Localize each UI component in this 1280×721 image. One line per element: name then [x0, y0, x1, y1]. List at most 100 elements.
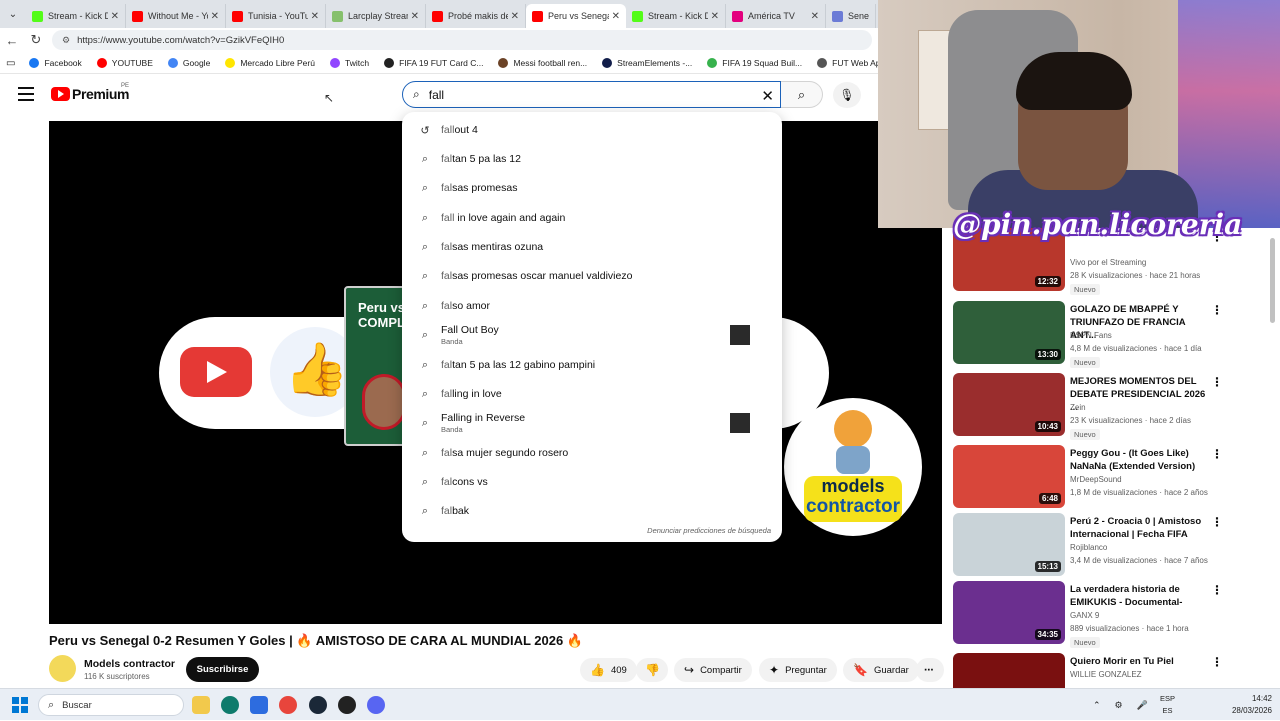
related-video-item[interactable]: 13:30 GOLAZO DE MBAPPÉ Y TRIUNFAZO DE FRA… [953, 301, 1271, 368]
url-bar[interactable]: ⚙ https://www.youtube.com/watch?v=GzikVF… [52, 30, 872, 50]
search-suggestion[interactable]: ⌕ falling in love [402, 383, 782, 405]
browser-tab[interactable]: Probé makis de S✕ [426, 4, 526, 28]
discord-icon[interactable] [367, 696, 385, 714]
search-suggestion[interactable]: ⌕ Fall Out Boy Banda [402, 320, 782, 350]
related-video-item[interactable]: Quiero Morir en Tu Piel WILLIE GONZALEZ ⋮ [953, 653, 1271, 688]
search-suggestion[interactable]: ⌕ falsas mentiras ozuna [402, 236, 782, 258]
bookmark-item[interactable]: Facebook [29, 58, 82, 68]
like-button[interactable]: 👍 409 [580, 658, 637, 682]
browser-tab[interactable]: Stream - Kick Das✕ [626, 4, 726, 28]
related-video-thumbnail[interactable]: 13:30 [953, 301, 1065, 364]
tab-close-icon[interactable]: ✕ [411, 11, 419, 22]
tab-close-icon[interactable]: ✕ [111, 11, 119, 22]
tab-close-icon[interactable]: ✕ [211, 11, 219, 22]
search-box[interactable]: ⌕ ✕ [402, 81, 781, 108]
browser-tab[interactable]: Senega [826, 4, 876, 28]
search-suggestion[interactable]: ⌕ falso amor [402, 295, 782, 317]
search-suggestion[interactable]: ⌕ fall in love again and again [402, 207, 782, 229]
tab-close-icon[interactable]: ✕ [311, 11, 319, 22]
browser-tab[interactable]: Larcplay Stream ✕ [326, 4, 426, 28]
dislike-button[interactable]: 👎 [636, 658, 668, 682]
file-explorer-icon[interactable] [192, 696, 210, 714]
more-vertical-icon[interactable]: ⋮ [1211, 583, 1223, 597]
search-suggestion[interactable]: ⌕ Falling in Reverse Banda [402, 408, 782, 438]
store-icon[interactable] [250, 696, 268, 714]
search-input[interactable] [428, 87, 729, 102]
youtube-logo-icon[interactable] [51, 87, 70, 101]
search-suggestion[interactable]: ⌕ falbak [402, 500, 782, 522]
related-video-channel[interactable]: WILLIE GONZALEZ [1070, 670, 1142, 679]
browser-tab[interactable]: Peru vs Senegal 0✕ [526, 4, 626, 28]
search-suggestion[interactable]: ⌕ falsas promesas [402, 177, 782, 199]
channel-avatar[interactable] [49, 655, 76, 682]
browser-tab[interactable]: Without Me - You✕ [126, 4, 226, 28]
related-video-item[interactable]: 15:13 Perú 2 - Croacia 0 | Amistoso Inter… [953, 513, 1271, 577]
tab-close-icon[interactable]: ✕ [711, 11, 719, 22]
chrome-icon[interactable] [279, 696, 297, 714]
search-suggestion[interactable]: ⌕ faltan 5 pa las 12 gabino pampini [402, 354, 782, 376]
tray-mic-icon[interactable]: 🎤 [1137, 700, 1148, 711]
page-scrollbar[interactable] [1270, 238, 1275, 323]
more-vertical-icon[interactable]: ⋮ [1211, 515, 1223, 529]
site-info-icon[interactable]: ⚙ [62, 35, 70, 46]
search-button[interactable]: ⌕ [781, 81, 823, 108]
save-button[interactable]: 🔖 Guardar [843, 658, 919, 682]
related-video-thumbnail[interactable]: 10:43 [953, 373, 1065, 436]
tab-close-icon[interactable]: ✕ [511, 11, 519, 22]
related-video-channel[interactable]: ESPN Fans [1070, 331, 1112, 340]
related-video-title[interactable]: Quiero Morir en Tu Piel [1070, 655, 1210, 668]
bookmark-item[interactable]: YOUTUBE [96, 58, 153, 68]
related-video-channel[interactable]: GANX 9 [1070, 611, 1099, 620]
tab-close-icon[interactable]: ✕ [612, 11, 620, 22]
related-video-channel[interactable]: Vivo por el Streaming [1070, 258, 1146, 267]
related-video-item[interactable]: 10:43 MEJORES MOMENTOS DEL DEBATE PRESIDE… [953, 373, 1271, 440]
ask-button[interactable]: ✦ Preguntar [759, 658, 837, 682]
channel-name[interactable]: Models contractor [84, 658, 175, 670]
menu-hamburger-icon[interactable] [18, 87, 34, 101]
more-vertical-icon[interactable]: ⋮ [1211, 655, 1223, 669]
related-video-channel[interactable]: MrDeepSound [1070, 475, 1122, 484]
reload-icon[interactable]: ↻ [24, 28, 48, 52]
reading-list-icon[interactable]: ▭ [6, 58, 15, 69]
tray-chevron-up-icon[interactable]: ⌃ [1093, 700, 1101, 711]
browser-tab[interactable]: América TV ✕ [726, 4, 826, 28]
tray-network-icon[interactable]: ⚙ [1115, 700, 1123, 711]
tab-list-chevron-icon[interactable]: ⌄ [4, 5, 22, 23]
taskbar-search-box[interactable]: ⌕ Buscar [38, 694, 184, 716]
related-video-thumbnail[interactable]: 6:48 [953, 445, 1065, 508]
bookmark-item[interactable]: StreamElements -... [602, 58, 692, 68]
steam-icon[interactable] [309, 696, 327, 714]
browser-tab[interactable]: Stream - Kick Das✕ [26, 4, 126, 28]
bookmark-item[interactable]: Messi football ren... [498, 58, 587, 68]
browser-tab[interactable]: Tunisia - YouTube✕ [226, 4, 326, 28]
bookmark-item[interactable]: FIFA 19 FUT Card C... [384, 58, 483, 68]
related-video-title[interactable]: Perú 2 - Croacia 0 | Amistoso Internacio… [1070, 515, 1210, 541]
edge-browser-icon[interactable] [221, 696, 239, 714]
bookmark-item[interactable]: FIFA 19 Squad Buil... [707, 58, 802, 68]
input-language[interactable]: ESP ES [1160, 693, 1175, 717]
related-video-item[interactable]: 6:48 Peggy Gou - (It Goes Like) NaNaNa (E… [953, 445, 1271, 509]
more-vertical-icon[interactable]: ⋮ [1211, 447, 1223, 461]
more-actions-button[interactable]: ⋯ [916, 658, 944, 682]
share-button[interactable]: ↪ Compartir [674, 658, 752, 682]
search-suggestion[interactable]: ⌕ falsa mujer segundo rosero [402, 442, 782, 464]
bookmark-item[interactable]: Twitch [329, 58, 369, 68]
subscribe-button[interactable]: Suscribirse [186, 657, 259, 682]
clear-search-icon[interactable]: ✕ [761, 87, 774, 105]
report-predictions-link[interactable]: Denunciar predicciones de búsqueda [647, 526, 771, 535]
search-suggestion[interactable]: ⌕ faltan 5 pa las 12 [402, 148, 782, 170]
windows-start-icon[interactable] [12, 697, 28, 713]
tab-close-icon[interactable]: ✕ [811, 11, 819, 22]
search-suggestion[interactable]: ⌕ falsas promesas oscar manuel valdiviezo [402, 265, 782, 287]
related-video-title[interactable]: Peggy Gou - (It Goes Like) NaNaNa (Exten… [1070, 447, 1210, 473]
more-vertical-icon[interactable]: ⋮ [1211, 303, 1223, 317]
related-video-title[interactable]: La verdadera historia de EMIKUKIS - Docu… [1070, 583, 1210, 609]
back-arrow-icon[interactable]: ← [0, 28, 24, 52]
obs-icon[interactable] [338, 696, 356, 714]
related-video-thumbnail[interactable]: 15:13 [953, 513, 1065, 576]
search-suggestion[interactable]: ⌕ falcons vs [402, 471, 782, 493]
related-video-title[interactable]: MEJORES MOMENTOS DEL DEBATE PRESIDENCIAL… [1070, 375, 1210, 414]
related-video-channel[interactable]: Zein [1070, 403, 1086, 412]
search-suggestion[interactable]: ↺ fallout 4 [402, 119, 782, 141]
related-video-thumbnail[interactable] [953, 653, 1065, 688]
